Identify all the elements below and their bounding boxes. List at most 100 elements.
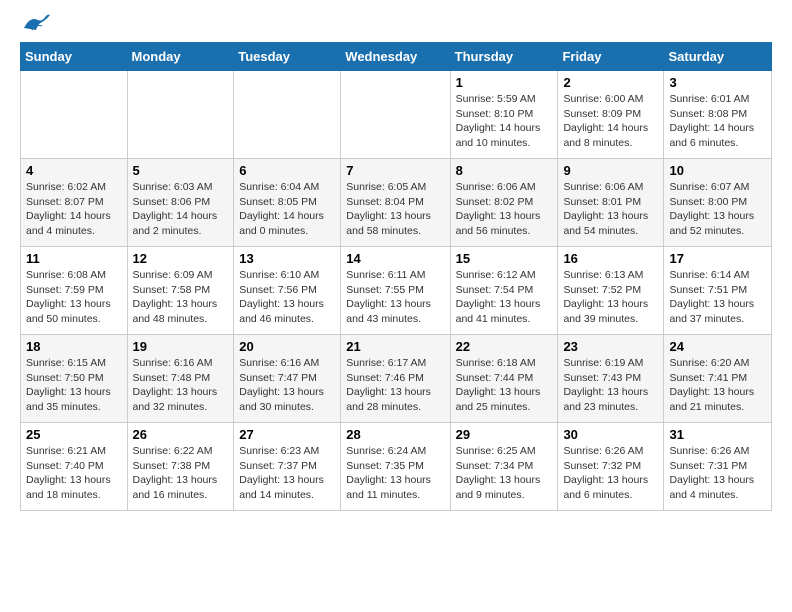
calendar-cell: 1 Sunrise: 5:59 AMSunset: 8:10 PMDaylight… [450, 71, 558, 159]
day-info: Sunrise: 6:11 AMSunset: 7:55 PMDaylight:… [346, 268, 444, 327]
calendar-cell: 7Sunrise: 6:05 AMSunset: 8:04 PMDaylight… [341, 159, 450, 247]
day-number: 8 [456, 163, 553, 178]
day-number: 24 [669, 339, 766, 354]
calendar-cell: 26 Sunrise: 6:22 AMSunset: 7:38 PMDayligh… [127, 423, 234, 511]
weekday-header: Thursday [450, 43, 558, 71]
day-number: 16 [563, 251, 658, 266]
day-number: 19 [133, 339, 229, 354]
day-number: 11 [26, 251, 122, 266]
calendar-table: SundayMondayTuesdayWednesdayThursdayFrid… [20, 42, 772, 511]
day-info: Sunrise: 6:26 AMSunset: 7:32 PMDaylight:… [563, 444, 658, 503]
day-info: Sunrise: 6:26 AMSunset: 7:31 PMDaylight:… [669, 444, 766, 503]
day-number: 1 [456, 75, 553, 90]
day-info: Sunrise: 5:59 AMSunset: 8:10 PMDaylight:… [456, 92, 553, 151]
day-info: Sunrise: 6:14 AMSunset: 7:51 PMDaylight:… [669, 268, 766, 327]
day-info: Sunrise: 6:01 AMSunset: 8:08 PMDaylight:… [669, 92, 766, 151]
calendar-cell: 2 Sunrise: 6:00 AMSunset: 8:09 PMDaylight… [558, 71, 664, 159]
day-number: 21 [346, 339, 444, 354]
day-number: 3 [669, 75, 766, 90]
calendar-cell: 30Sunrise: 6:26 AMSunset: 7:32 PMDayligh… [558, 423, 664, 511]
calendar-cell: 21 Sunrise: 6:17 AMSunset: 7:46 PMDayligh… [341, 335, 450, 423]
day-number: 13 [239, 251, 335, 266]
calendar-week-row: 18Sunrise: 6:15 AMSunset: 7:50 PMDayligh… [21, 335, 772, 423]
calendar-cell: 19 Sunrise: 6:16 AMSunset: 7:48 PMDayligh… [127, 335, 234, 423]
calendar-cell: 3 Sunrise: 6:01 AMSunset: 8:08 PMDaylight… [664, 71, 772, 159]
calendar-cell: 16Sunrise: 6:13 AMSunset: 7:52 PMDayligh… [558, 247, 664, 335]
day-number: 29 [456, 427, 553, 442]
calendar-cell: 28Sunrise: 6:24 AMSunset: 7:35 PMDayligh… [341, 423, 450, 511]
weekday-header: Saturday [664, 43, 772, 71]
day-info: Sunrise: 6:15 AMSunset: 7:50 PMDaylight:… [26, 356, 122, 415]
calendar-week-row: 1 Sunrise: 5:59 AMSunset: 8:10 PMDaylight… [21, 71, 772, 159]
page-header [20, 16, 772, 34]
calendar-cell: 23 Sunrise: 6:19 AMSunset: 7:43 PMDayligh… [558, 335, 664, 423]
logo-bird-icon [22, 14, 50, 34]
day-number: 9 [563, 163, 658, 178]
day-info: Sunrise: 6:06 AMSunset: 8:01 PMDaylight:… [563, 180, 658, 239]
day-info: Sunrise: 6:12 AMSunset: 7:54 PMDaylight:… [456, 268, 553, 327]
calendar-cell: 13 Sunrise: 6:10 AMSunset: 7:56 PMDayligh… [234, 247, 341, 335]
calendar-week-row: 4 Sunrise: 6:02 AMSunset: 8:07 PMDaylight… [21, 159, 772, 247]
day-number: 25 [26, 427, 122, 442]
calendar-cell: 22Sunrise: 6:18 AMSunset: 7:44 PMDayligh… [450, 335, 558, 423]
day-number: 5 [133, 163, 229, 178]
calendar-cell: 17 Sunrise: 6:14 AMSunset: 7:51 PMDayligh… [664, 247, 772, 335]
weekday-header: Friday [558, 43, 664, 71]
day-info: Sunrise: 6:19 AMSunset: 7:43 PMDaylight:… [563, 356, 658, 415]
weekday-header: Sunday [21, 43, 128, 71]
day-info: Sunrise: 6:16 AMSunset: 7:47 PMDaylight:… [239, 356, 335, 415]
day-number: 14 [346, 251, 444, 266]
day-info: Sunrise: 6:18 AMSunset: 7:44 PMDaylight:… [456, 356, 553, 415]
calendar-week-row: 11 Sunrise: 6:08 AMSunset: 7:59 PMDayligh… [21, 247, 772, 335]
day-number: 26 [133, 427, 229, 442]
day-number: 6 [239, 163, 335, 178]
day-number: 2 [563, 75, 658, 90]
day-info: Sunrise: 6:03 AMSunset: 8:06 PMDaylight:… [133, 180, 229, 239]
logo [20, 16, 50, 34]
calendar-cell: 27 Sunrise: 6:23 AMSunset: 7:37 PMDayligh… [234, 423, 341, 511]
day-number: 17 [669, 251, 766, 266]
calendar-cell: 8 Sunrise: 6:06 AMSunset: 8:02 PMDaylight… [450, 159, 558, 247]
day-number: 15 [456, 251, 553, 266]
calendar-cell: 5 Sunrise: 6:03 AMSunset: 8:06 PMDaylight… [127, 159, 234, 247]
day-info: Sunrise: 6:02 AMSunset: 8:07 PMDaylight:… [26, 180, 122, 239]
day-info: Sunrise: 6:00 AMSunset: 8:09 PMDaylight:… [563, 92, 658, 151]
day-number: 20 [239, 339, 335, 354]
day-info: Sunrise: 6:09 AMSunset: 7:58 PMDaylight:… [133, 268, 229, 327]
day-info: Sunrise: 6:25 AMSunset: 7:34 PMDaylight:… [456, 444, 553, 503]
calendar-cell: 20 Sunrise: 6:16 AMSunset: 7:47 PMDayligh… [234, 335, 341, 423]
day-number: 27 [239, 427, 335, 442]
day-info: Sunrise: 6:21 AMSunset: 7:40 PMDaylight:… [26, 444, 122, 503]
day-info: Sunrise: 6:16 AMSunset: 7:48 PMDaylight:… [133, 356, 229, 415]
calendar-cell: 4 Sunrise: 6:02 AMSunset: 8:07 PMDaylight… [21, 159, 128, 247]
day-info: Sunrise: 6:23 AMSunset: 7:37 PMDaylight:… [239, 444, 335, 503]
day-number: 23 [563, 339, 658, 354]
day-info: Sunrise: 6:17 AMSunset: 7:46 PMDaylight:… [346, 356, 444, 415]
day-info: Sunrise: 6:04 AMSunset: 8:05 PMDaylight:… [239, 180, 335, 239]
calendar-cell: 6 Sunrise: 6:04 AMSunset: 8:05 PMDaylight… [234, 159, 341, 247]
day-number: 28 [346, 427, 444, 442]
calendar-cell: 25 Sunrise: 6:21 AMSunset: 7:40 PMDayligh… [21, 423, 128, 511]
calendar-cell: 24Sunrise: 6:20 AMSunset: 7:41 PMDayligh… [664, 335, 772, 423]
calendar-cell [127, 71, 234, 159]
calendar-cell: 15 Sunrise: 6:12 AMSunset: 7:54 PMDayligh… [450, 247, 558, 335]
day-info: Sunrise: 6:22 AMSunset: 7:38 PMDaylight:… [133, 444, 229, 503]
calendar-cell: 14 Sunrise: 6:11 AMSunset: 7:55 PMDayligh… [341, 247, 450, 335]
day-number: 4 [26, 163, 122, 178]
calendar-cell: 31Sunrise: 6:26 AMSunset: 7:31 PMDayligh… [664, 423, 772, 511]
day-number: 12 [133, 251, 229, 266]
calendar-cell: 9 Sunrise: 6:06 AMSunset: 8:01 PMDaylight… [558, 159, 664, 247]
calendar-header: SundayMondayTuesdayWednesdayThursdayFrid… [21, 43, 772, 71]
calendar-cell [234, 71, 341, 159]
weekday-header: Wednesday [341, 43, 450, 71]
calendar-cell: 18Sunrise: 6:15 AMSunset: 7:50 PMDayligh… [21, 335, 128, 423]
calendar-cell [341, 71, 450, 159]
calendar-cell: 12 Sunrise: 6:09 AMSunset: 7:58 PMDayligh… [127, 247, 234, 335]
day-info: Sunrise: 6:06 AMSunset: 8:02 PMDaylight:… [456, 180, 553, 239]
weekday-header: Tuesday [234, 43, 341, 71]
day-number: 10 [669, 163, 766, 178]
day-info: Sunrise: 6:10 AMSunset: 7:56 PMDaylight:… [239, 268, 335, 327]
day-info: Sunrise: 6:08 AMSunset: 7:59 PMDaylight:… [26, 268, 122, 327]
calendar-cell [21, 71, 128, 159]
weekday-header: Monday [127, 43, 234, 71]
